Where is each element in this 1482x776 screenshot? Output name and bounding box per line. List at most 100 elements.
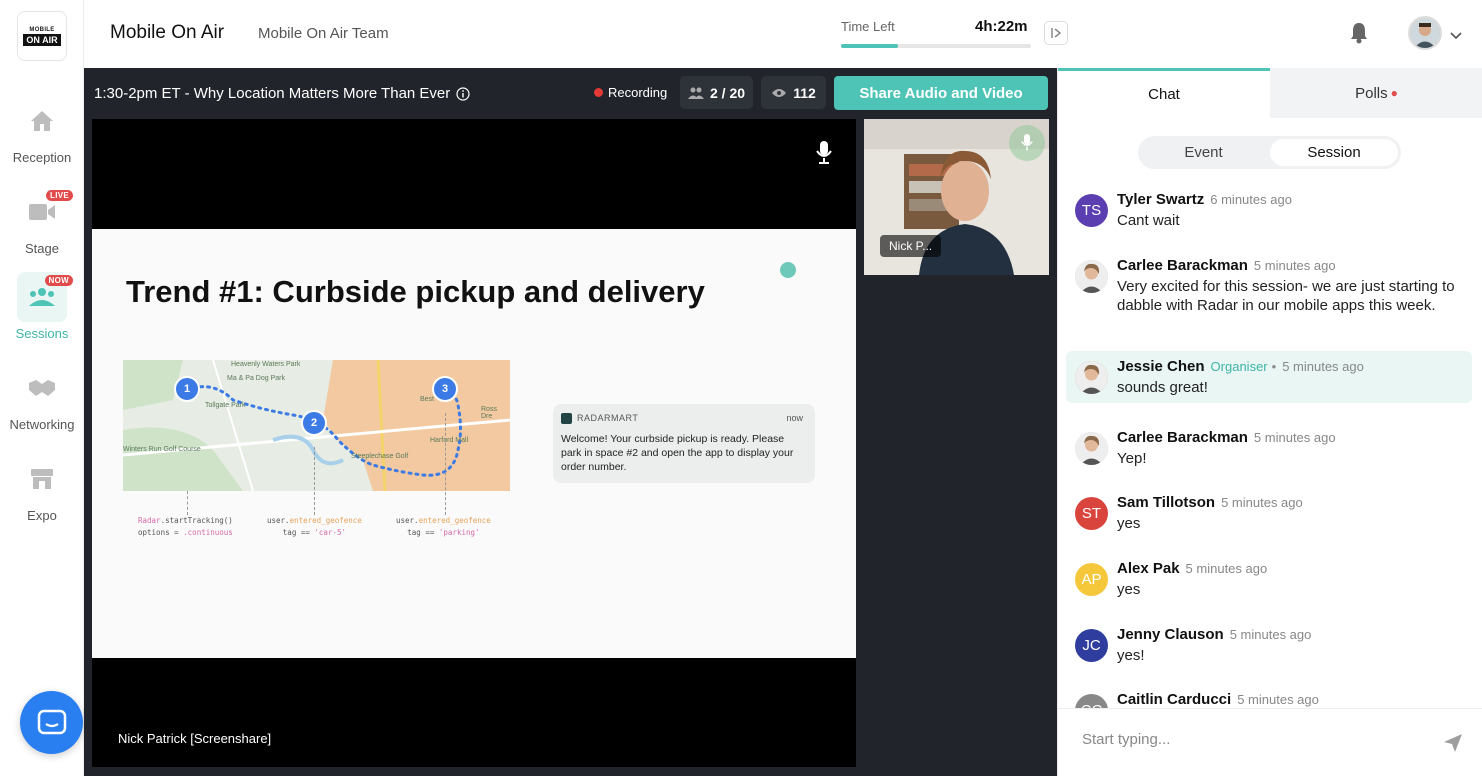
notifications-bell-icon[interactable]	[1349, 22, 1369, 49]
sidebar-item-label: Expo	[27, 508, 57, 523]
support-chat-button[interactable]	[20, 691, 83, 754]
sidebar-item-expo[interactable]: Expo	[0, 454, 84, 523]
chat-message-time: 5 minutes ago	[1253, 258, 1336, 273]
microphone-icon[interactable]	[816, 141, 832, 170]
video-camera-icon: LIVE	[17, 187, 73, 237]
chat-message-input[interactable]	[1082, 731, 1422, 748]
session-title-text: 1:30-2pm ET - Why Location Matters More …	[94, 85, 451, 102]
notification-time: now	[786, 413, 803, 423]
chevron-down-icon[interactable]	[1450, 27, 1462, 45]
sessions-icon: NOW	[17, 272, 73, 322]
chat-message-time: 5 minutes ago	[1185, 561, 1268, 576]
time-left-progress-fill	[841, 44, 898, 48]
session-title: 1:30-2pm ET - Why Location Matters More …	[94, 85, 470, 102]
map-label: Heavenly Waters Park	[231, 361, 301, 368]
logo-text-top: MOBILE	[29, 26, 55, 33]
sidebar-item-label: Stage	[25, 241, 59, 256]
user-avatar[interactable]	[1408, 16, 1442, 50]
chat-message-header: Jenny Clauson 5 minutes ago	[1117, 625, 1462, 645]
sidebar-item-stage[interactable]: LIVE Stage	[0, 187, 84, 256]
chat-author-name[interactable]: Carlee Barackman	[1117, 257, 1248, 274]
recording-dot-icon	[594, 88, 603, 97]
map-label: Ross Dre	[481, 406, 497, 420]
avatar[interactable]	[1075, 260, 1108, 293]
time-left-progress-bar	[841, 44, 1031, 48]
segment-session[interactable]: Session	[1270, 139, 1398, 166]
callout-line	[187, 491, 188, 515]
chat-message-text: Very excited for this session- we are ju…	[1117, 278, 1455, 314]
sidebar-item-sessions[interactable]: NOW Sessions	[0, 272, 84, 341]
time-left-value: 4h:22m	[975, 18, 1028, 35]
share-audio-video-button[interactable]: Share Audio and Video	[834, 76, 1048, 110]
session-stage: 1:30-2pm ET - Why Location Matters More …	[84, 68, 1057, 776]
event-title: Mobile On Air	[110, 22, 225, 43]
notification-app-name: RADARMART	[577, 413, 639, 423]
chat-message-body: Jenny Clauson 5 minutes ago yes!	[1117, 625, 1462, 665]
segment-event[interactable]: Event	[1138, 139, 1269, 166]
toggle-panel-button[interactable]	[1044, 21, 1068, 45]
chat-author-name[interactable]: Alex Pak	[1117, 560, 1180, 577]
avatar[interactable]	[1075, 432, 1108, 465]
recording-indicator: Recording	[594, 85, 667, 100]
chat-messages-list[interactable]: TS Tyler Swartz 6 minutes ago Cant wait Carl…	[1058, 176, 1482, 708]
main-video-tile[interactable]: Trend #1: Curbside pickup and delivery H…	[92, 119, 856, 767]
separator-dot: •	[1271, 359, 1277, 374]
callout-line	[445, 413, 446, 515]
chat-scope-toggle: Event Session	[1138, 136, 1401, 169]
chat-message-time: 5 minutes ago	[1253, 430, 1336, 445]
team-name[interactable]: Mobile On Air Team	[258, 25, 389, 42]
avatar[interactable]: ST	[1075, 497, 1108, 530]
chat-message: Carlee Barackman 5 minutes ago Very excite…	[1066, 250, 1472, 321]
time-left-label: Time Left	[841, 19, 895, 34]
chat-author-name[interactable]: Jessie Chen	[1117, 358, 1205, 375]
chat-author-name[interactable]: Jenny Clauson	[1117, 626, 1224, 643]
chat-message-header: Jessie Chen Organiser • 5 minutes ago	[1117, 357, 1462, 377]
avatar[interactable]: JC	[1075, 629, 1108, 662]
map-label: Winters Run Golf Course	[123, 446, 201, 453]
sidebar-item-reception[interactable]: Reception	[0, 96, 84, 165]
chat-message-header: Carlee Barackman 5 minutes ago	[1117, 256, 1462, 276]
code-snippet: user.entered_geofence tag == 'car-5'	[267, 516, 362, 537]
push-notification-mockup: RADARMART now Welcome! Your curbside pic…	[553, 404, 815, 483]
panel-toggle-icon	[1051, 28, 1062, 38]
avatar[interactable]	[1075, 361, 1108, 394]
code-snippet: user.entered_geofence tag == 'parking'	[396, 516, 491, 537]
chat-author-name[interactable]: Tyler Swartz	[1117, 191, 1204, 208]
top-bar: Mobile On Air Mobile On Air Team Time Le…	[84, 0, 1482, 68]
send-icon[interactable]	[1443, 733, 1463, 758]
map-label: Best	[420, 396, 435, 403]
handshake-icon	[17, 363, 67, 413]
chat-author-name[interactable]: Sam Tillotson	[1117, 494, 1215, 511]
app-logo[interactable]: MOBILE ON AIR	[17, 11, 67, 61]
chat-author-name[interactable]: Caitlin Carducci	[1117, 691, 1231, 708]
chat-author-name[interactable]: Carlee Barackman	[1117, 429, 1248, 446]
speakers-count-badge[interactable]: 2 / 20	[680, 76, 753, 109]
slide-decoration-dot	[780, 262, 796, 278]
sidebar-item-networking[interactable]: Networking	[0, 363, 84, 432]
chat-message-header: Carlee Barackman 5 minutes ago	[1117, 428, 1462, 448]
speaker-video-tile[interactable]: Nick P...	[864, 119, 1049, 275]
chat-message-body: Carlee Barackman 5 minutes ago Yep!	[1117, 428, 1462, 468]
chat-message-body: Tyler Swartz 6 minutes ago Cant wait	[1117, 190, 1462, 230]
speakers-count: 2 / 20	[709, 84, 746, 101]
avatar[interactable]: CC	[1075, 694, 1108, 708]
chat-message-body: Sam Tillotson 5 minutes ago yes	[1117, 493, 1462, 533]
chat-composer	[1058, 708, 1482, 776]
chat-message-time: 5 minutes ago	[1221, 495, 1303, 510]
chat-message-text: yes!	[1117, 647, 1145, 664]
tab-chat[interactable]: Chat	[1058, 68, 1270, 118]
map-pin: 3	[432, 376, 458, 402]
map-label: Steeplechase Golf	[351, 453, 409, 460]
recording-label: Recording	[608, 85, 668, 100]
chat-message: CC Caitlin Carducci 5 minutes ago	[1066, 684, 1472, 708]
chat-message-time: 5 minutes ago	[1282, 359, 1364, 374]
chat-message-header: Sam Tillotson 5 minutes ago	[1117, 493, 1462, 513]
tab-polls[interactable]: Polls ●	[1270, 68, 1482, 118]
info-icon[interactable]	[456, 86, 470, 101]
presentation-slide: Trend #1: Curbside pickup and delivery H…	[92, 229, 856, 658]
chat-message-body: Jessie Chen Organiser • 5 minutes ago sounds…	[1117, 357, 1462, 397]
microphone-icon[interactable]	[1009, 125, 1045, 161]
avatar[interactable]: AP	[1075, 563, 1108, 596]
avatar[interactable]: TS	[1075, 194, 1108, 227]
viewers-count-badge[interactable]: 112	[761, 76, 826, 109]
